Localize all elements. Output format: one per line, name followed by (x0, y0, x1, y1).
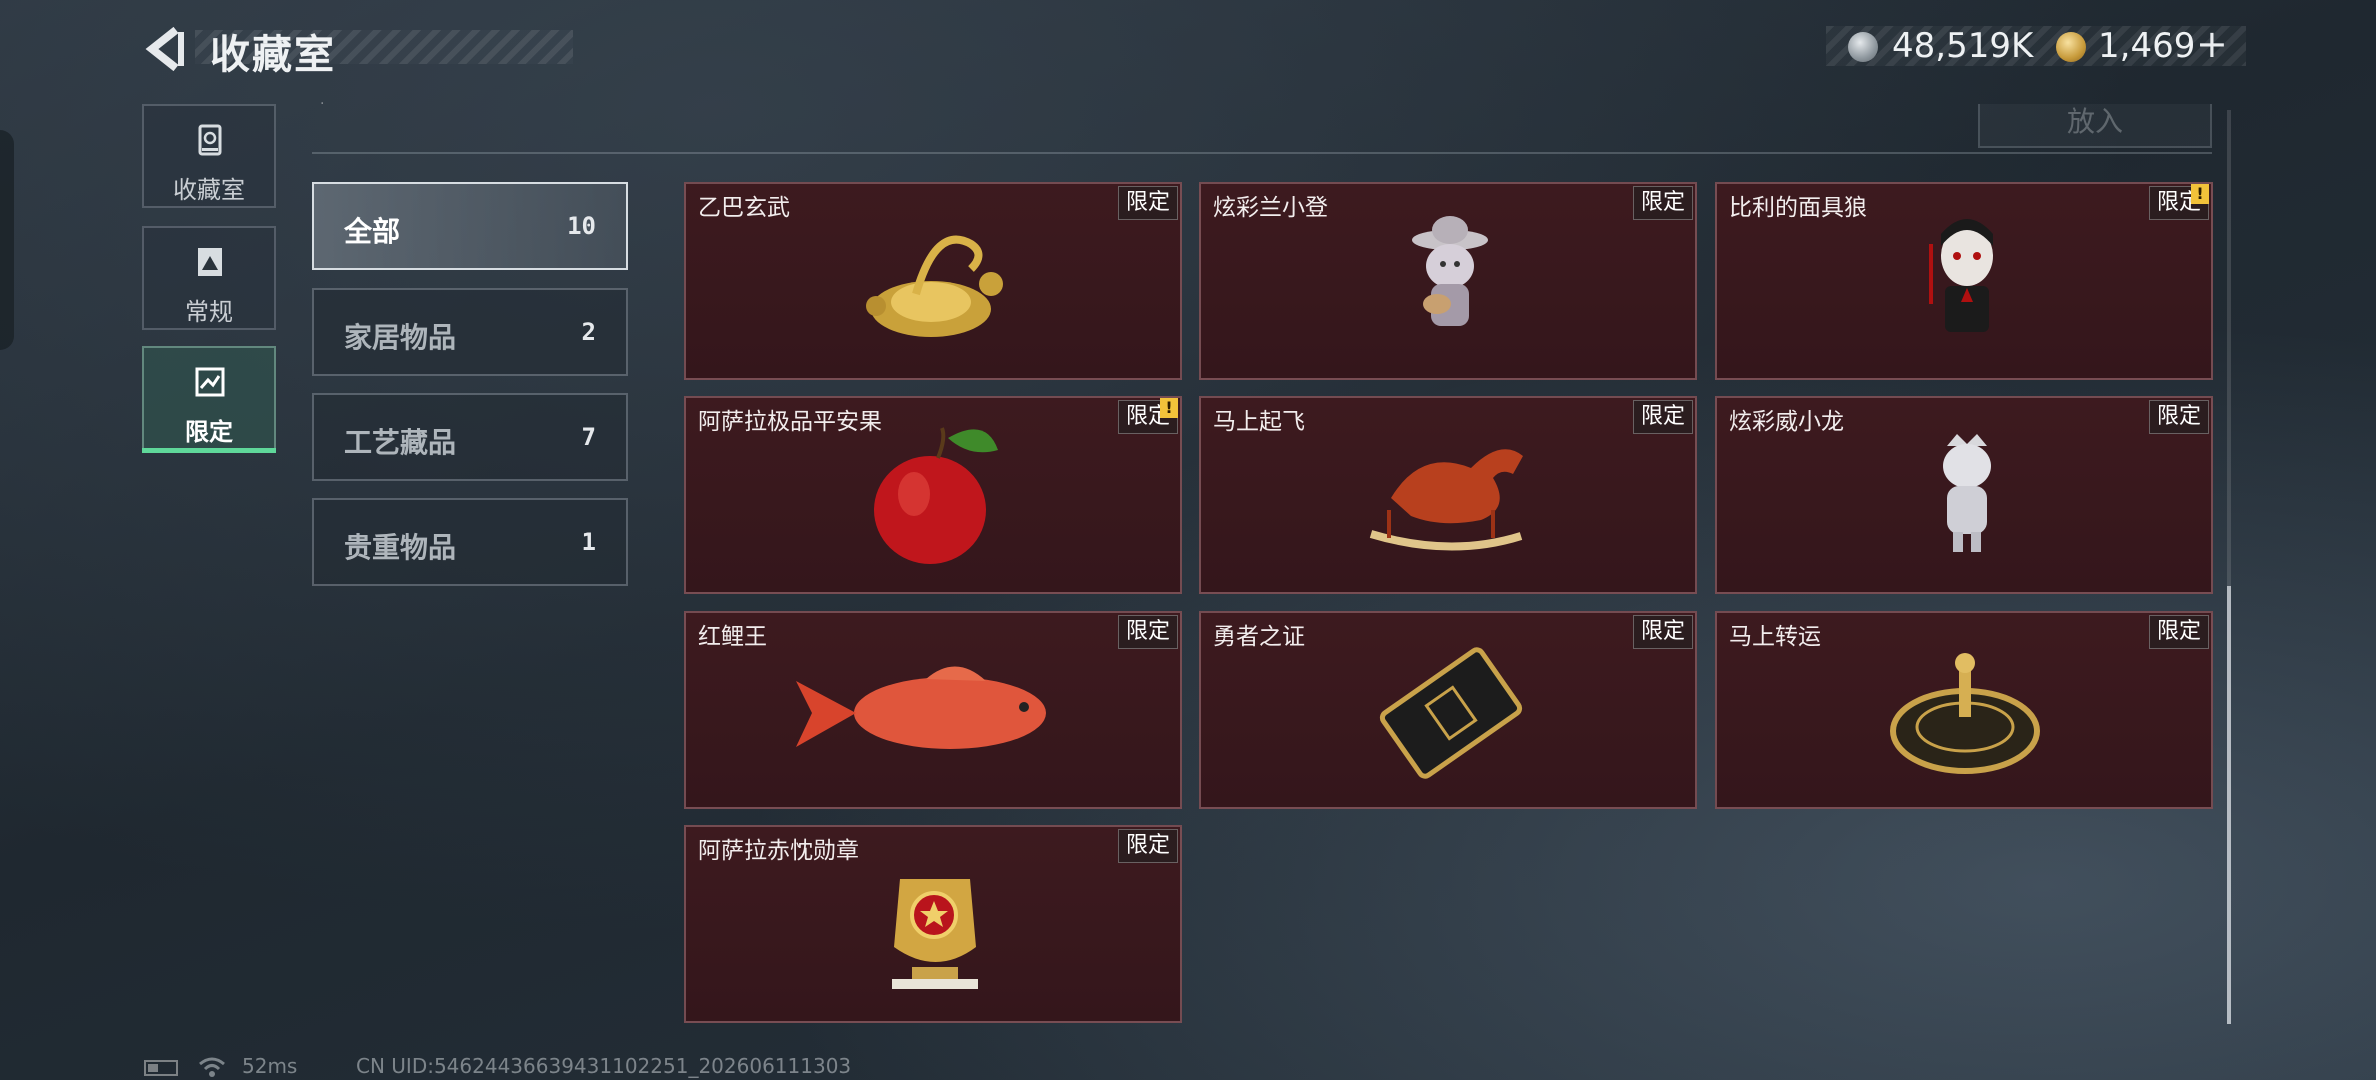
category-home-items[interactable]: 家居物品 2 (312, 288, 628, 376)
item-card[interactable]: 炫彩威小龙 限定 (1715, 396, 2213, 594)
item-name: 阿萨拉极品平安果 (698, 409, 882, 435)
limited-tag: 限定 (2149, 400, 2209, 434)
alert-icon: ! (2191, 184, 2209, 204)
silver-currency-value: 48,519K (1892, 26, 2034, 66)
category-craft-collectibles[interactable]: 工艺藏品 7 (312, 393, 628, 481)
item-name: 马上起飞 (1213, 409, 1305, 435)
alert-icon: ! (1160, 398, 1178, 418)
category-count: 2 (581, 318, 596, 346)
item-card[interactable]: 比利的面具狼 限定 ! (1715, 182, 2213, 380)
item-name: 马上转运 (1729, 624, 1821, 650)
silver-coin-icon (1848, 32, 1878, 62)
item-name: 红鲤王 (698, 624, 767, 650)
back-button[interactable] (142, 24, 186, 74)
category-count: 7 (581, 423, 596, 451)
item-name: 乙巴玄武 (698, 195, 790, 221)
item-card[interactable]: 马上起飞 限定 (1199, 396, 1697, 594)
category-label: 贵重物品 (344, 531, 457, 564)
nav-collection-label: 收藏室 (173, 176, 245, 204)
page-title: 收藏室 (210, 32, 336, 78)
item-card[interactable]: 炫彩兰小登 限定 (1199, 182, 1697, 380)
limited-tag: 限定 (1633, 186, 1693, 220)
category-label: 工艺藏品 (344, 426, 457, 459)
nav-limited[interactable]: 限定 (142, 346, 276, 450)
collection-icon (198, 124, 222, 156)
limited-tag: 限定 (1118, 829, 1178, 863)
back-arrow-icon (145, 26, 184, 72)
item-card[interactable]: 红鲤王 限定 (684, 611, 1182, 809)
side-edge-tab (0, 130, 14, 350)
category-label: 家居物品 (344, 321, 457, 354)
item-card[interactable]: 乙巴玄武 限定 (684, 182, 1182, 380)
category-label: 全部 (344, 215, 401, 248)
item-name: 比利的面具狼 (1729, 195, 1867, 221)
cut-off-text: · (320, 96, 325, 112)
limited-tag: 限定 (1118, 615, 1178, 649)
content-divider (312, 152, 2212, 154)
ping-readout: 52ms (242, 1054, 298, 1078)
nav-regular[interactable]: 常规 (142, 226, 276, 330)
battery-level (148, 1064, 158, 1072)
regular-icon (198, 248, 222, 276)
item-card[interactable]: 勇者之证 限定 (1199, 611, 1697, 809)
wifi-icon (199, 1057, 225, 1077)
category-count: 10 (567, 212, 596, 240)
limited-tag: 限定 (2149, 615, 2209, 649)
limited-tag: 限定 (1633, 400, 1693, 434)
put-in-button[interactable]: 放入 (1978, 104, 2212, 148)
limited-icon (195, 367, 225, 397)
item-name: 勇者之证 (1213, 624, 1305, 650)
category-valuables[interactable]: 贵重物品 1 (312, 498, 628, 586)
limited-tag: 限定 (1633, 615, 1693, 649)
nav-limited-label: 限定 (185, 418, 233, 446)
gold-currency-value: 1,469 (2098, 26, 2196, 66)
nav-collection[interactable]: 收藏室 (142, 104, 276, 208)
item-name: 炫彩威小龙 (1729, 409, 1844, 435)
item-name: 炫彩兰小登 (1213, 195, 1328, 221)
add-currency-button[interactable]: + (2196, 22, 2228, 66)
item-name: 阿萨拉赤忱勋章 (698, 838, 859, 864)
user-uid: CN UID:54624436639431102251_202606111303 (356, 1054, 852, 1078)
item-card[interactable]: 阿萨拉极品平安果 限定 ! (684, 396, 1182, 594)
scrollbar-thumb[interactable] (2227, 586, 2231, 1024)
category-count: 1 (581, 528, 596, 556)
limited-tag: 限定 (1118, 186, 1178, 220)
item-card[interactable]: 马上转运 限定 (1715, 611, 2213, 809)
category-all[interactable]: 全部 10 (312, 182, 628, 270)
item-card[interactable]: 阿萨拉赤忱勋章 限定 (684, 825, 1182, 1023)
gold-coin-icon (2056, 32, 2086, 62)
nav-regular-label: 常规 (185, 298, 233, 326)
nav-selected-indicator (142, 448, 276, 453)
